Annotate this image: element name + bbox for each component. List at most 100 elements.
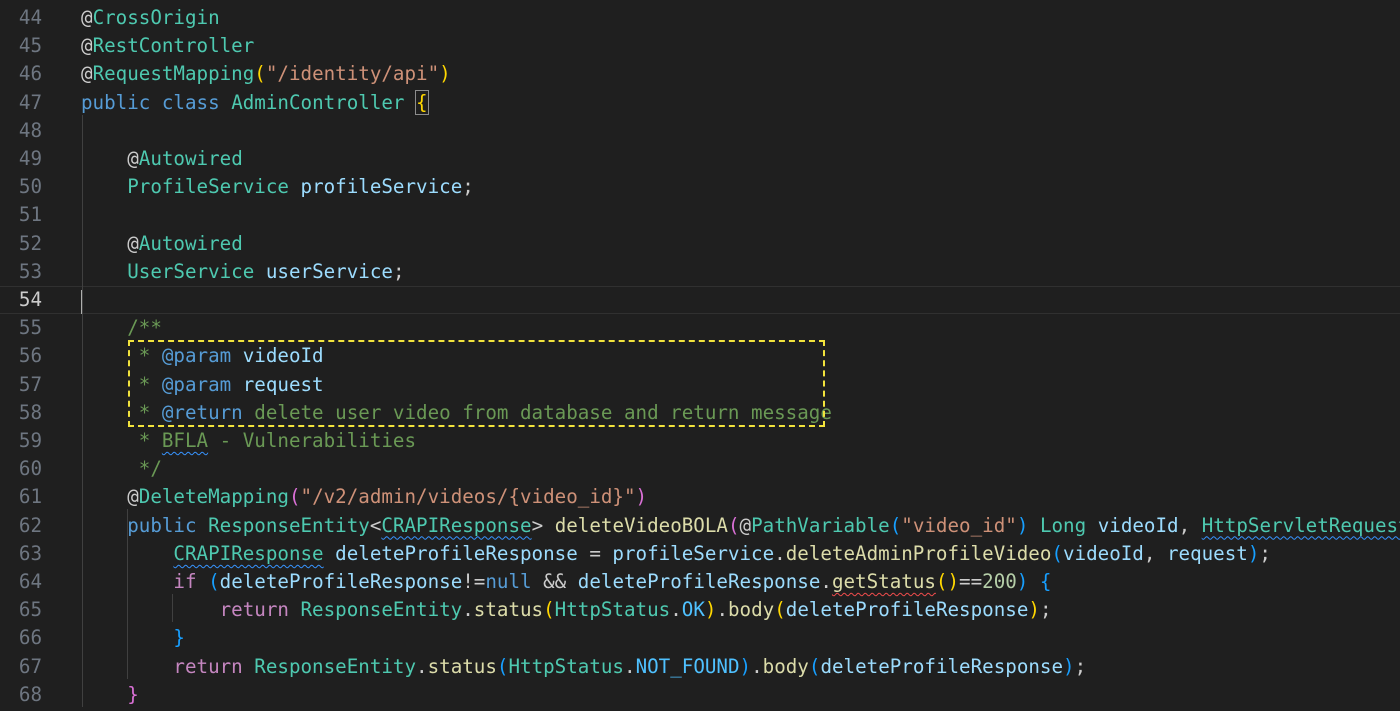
line-code: @DeleteMapping("/v2/admin/videos/{video_… bbox=[81, 483, 647, 511]
code-line[interactable]: 62 public ResponseEntity<CRAPIResponse> … bbox=[0, 512, 1400, 540]
code-token: , bbox=[1178, 513, 1202, 537]
code-line[interactable]: 64 if (deleteProfileResponse!=null && de… bbox=[0, 568, 1400, 596]
code-token: () bbox=[935, 570, 960, 593]
line-number: 50 bbox=[18, 175, 42, 199]
line-code: @Autowired bbox=[81, 145, 243, 173]
line-number: 52 bbox=[18, 231, 42, 255]
code-line[interactable]: 54 bbox=[0, 286, 1400, 315]
line-number: 54 bbox=[18, 288, 42, 311]
code-token: { bbox=[415, 89, 429, 115]
code-token: ( bbox=[727, 513, 740, 537]
code-token: HttpServletRequest bbox=[1201, 513, 1400, 537]
code-token: ) bbox=[1016, 570, 1029, 593]
code-token: deleteProfileResponse bbox=[577, 570, 821, 593]
code-token: - Vulnerabilities bbox=[208, 429, 417, 452]
code-line[interactable]: 45 @RestController bbox=[0, 32, 1400, 60]
line-number: 64 bbox=[18, 570, 42, 593]
code-line[interactable]: 61 @DeleteMapping("/v2/admin/videos/{vid… bbox=[0, 483, 1400, 511]
code-token: ; bbox=[462, 175, 474, 199]
code-token: class bbox=[161, 90, 220, 114]
indent-guide bbox=[127, 509, 128, 679]
code-line[interactable]: 44 @CrossOrigin bbox=[0, 4, 1400, 32]
code-token: ( bbox=[1051, 541, 1063, 565]
code-line[interactable]: 53 UserService userService; bbox=[0, 258, 1400, 286]
code-token: /** bbox=[127, 316, 162, 340]
code-line[interactable]: 48 bbox=[0, 117, 1400, 145]
code-line[interactable]: 47 public class AdminController { bbox=[0, 89, 1400, 117]
code-line[interactable]: 49 @Autowired bbox=[0, 145, 1400, 173]
code-token: public bbox=[81, 90, 151, 114]
code-line[interactable]: 67 return ResponseEntity.status(HttpStat… bbox=[0, 653, 1400, 681]
code-token: > bbox=[531, 513, 555, 537]
line-code: @CrossOrigin bbox=[81, 4, 220, 32]
code-token: videoId bbox=[1097, 513, 1179, 537]
line-number: 65 bbox=[18, 598, 42, 622]
code-token: == bbox=[959, 570, 983, 593]
code-line[interactable]: 59 * BFLA - Vulnerabilities bbox=[0, 427, 1400, 455]
line-number: 68 bbox=[18, 682, 42, 706]
code-line[interactable]: 65 return ResponseEntity.status(HttpStat… bbox=[0, 596, 1400, 624]
line-code: return ResponseEntity.status(HttpStatus.… bbox=[81, 653, 1086, 681]
code-token: ) bbox=[1063, 654, 1075, 678]
code-token: ) bbox=[739, 654, 752, 678]
code-token: { bbox=[1039, 570, 1052, 593]
code-token: deleteAdminProfileVideo bbox=[785, 541, 1052, 565]
code-line[interactable]: 46 @RequestMapping("/identity/api") bbox=[0, 60, 1400, 88]
code-line[interactable]: 66 } bbox=[0, 624, 1400, 652]
line-code: public class AdminController { bbox=[81, 89, 429, 117]
line-number: 67 bbox=[18, 654, 42, 678]
code-token: ) bbox=[1247, 541, 1260, 565]
line-number: 51 bbox=[18, 203, 42, 227]
code-token: ( bbox=[543, 598, 555, 622]
code-token: 200 bbox=[982, 570, 1017, 593]
line-code: if (deleteProfileResponse!=null && delet… bbox=[81, 568, 1051, 596]
line-code: /** bbox=[81, 314, 162, 342]
code-token: @ bbox=[81, 6, 93, 29]
code-token: ( bbox=[889, 513, 902, 537]
code-token: . bbox=[751, 654, 763, 678]
indent-guide bbox=[172, 594, 173, 623]
code-token: request bbox=[1166, 541, 1248, 565]
code-line[interactable]: 50 ProfileService profileService; bbox=[0, 173, 1400, 201]
line-code: * BFLA - Vulnerabilities bbox=[81, 427, 416, 455]
code-token: status bbox=[427, 654, 497, 678]
code-token: deleteProfileResponse bbox=[785, 598, 1029, 622]
code-token: ResponseEntity bbox=[208, 513, 370, 537]
code-token: != bbox=[462, 570, 486, 593]
code-editor[interactable]: 44 @CrossOrigin 45 @RestController 46 @Reques… bbox=[0, 0, 1400, 711]
code-token: ) bbox=[704, 598, 717, 622]
code-token: RestController bbox=[92, 34, 255, 58]
code-token: null bbox=[485, 570, 532, 593]
code-token: body bbox=[728, 598, 775, 622]
code-token: userService bbox=[265, 259, 393, 283]
code-line[interactable]: 55 /** bbox=[0, 314, 1400, 342]
code-token: Long bbox=[1039, 513, 1087, 537]
code-line[interactable]: 51 bbox=[0, 201, 1400, 229]
code-token: @ bbox=[127, 147, 139, 170]
line-number: 62 bbox=[18, 513, 42, 537]
code-line[interactable]: 60 */ bbox=[0, 455, 1400, 483]
code-token: . bbox=[462, 598, 474, 622]
line-number: 61 bbox=[18, 485, 42, 509]
code-token: CRAPIResponse bbox=[381, 513, 532, 537]
code-token: getStatus bbox=[831, 570, 936, 593]
line-number: 60 bbox=[18, 457, 42, 481]
line-number: 57 bbox=[18, 372, 42, 396]
line-code: */ bbox=[81, 455, 162, 483]
code-line[interactable]: 52 @Autowired bbox=[0, 230, 1400, 258]
code-line[interactable]: 68 } bbox=[0, 681, 1400, 709]
code-line[interactable]: 63 CRAPIResponse deleteProfileResponse =… bbox=[0, 540, 1400, 568]
code-token: . bbox=[624, 654, 636, 678]
code-token: ; bbox=[1074, 654, 1087, 678]
